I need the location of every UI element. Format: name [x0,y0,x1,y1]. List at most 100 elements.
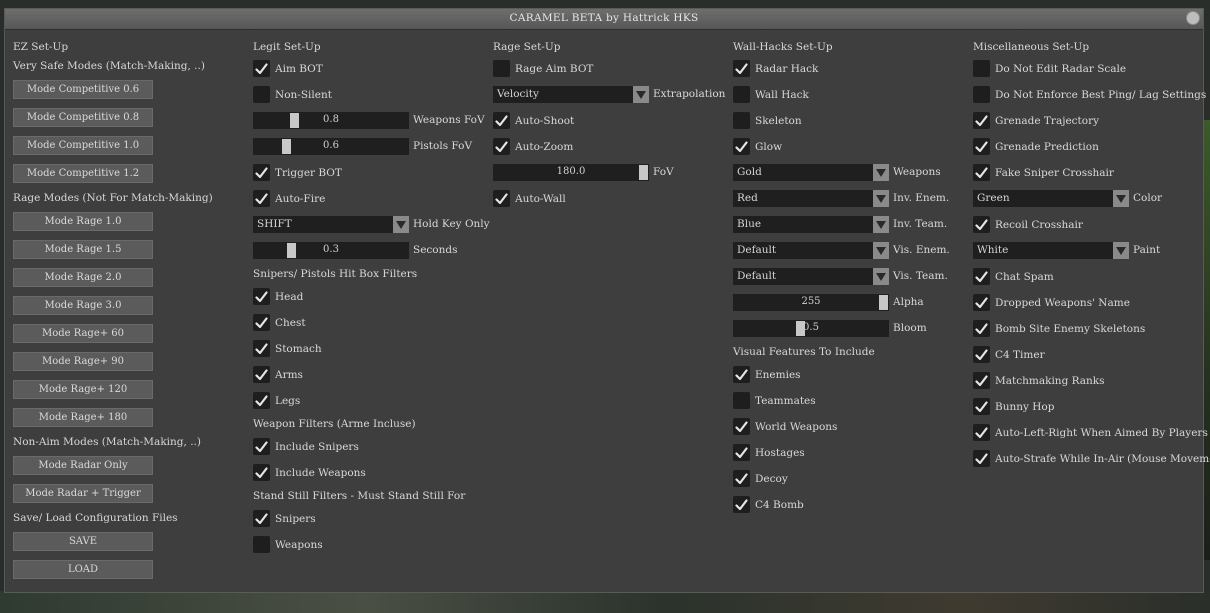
slider-handle[interactable] [879,295,888,310]
hitbox-legs-checkbox[interactable]: Legs [253,392,300,409]
checkbox-box[interactable] [733,496,750,513]
hitbox-stomach-checkbox[interactable]: Stomach [253,340,322,357]
visual-feature-checkbox[interactable]: Enemies [733,366,801,383]
skeleton-checkbox[interactable]: Skeleton [733,112,802,129]
mode-competitive-button[interactable]: Mode Competitive 1.0 [13,136,153,155]
checkbox-box[interactable] [973,398,990,415]
checkbox-box[interactable] [253,86,270,103]
chevron-down-icon[interactable] [873,164,889,181]
title-bar[interactable]: CARAMEL BETA by Hattrick HKS [5,9,1203,30]
mode-rage-button[interactable]: Mode Rage 1.5 [13,240,153,259]
auto-fire-checkbox[interactable]: Auto-Fire [253,190,325,207]
glow-checkbox[interactable]: Glow [733,138,782,155]
mode-rage-button[interactable]: Mode Rage+ 120 [13,380,153,399]
include-weapons-checkbox[interactable]: Include Weapons [253,464,366,481]
aimbot-checkbox[interactable]: Aim BOT [253,60,323,77]
radar-scale-checkbox[interactable]: Do Not Edit Radar Scale [973,60,1126,77]
checkbox-box[interactable] [973,112,990,129]
glow-color-dropdown[interactable]: Gold [733,164,889,181]
checkbox-box[interactable] [973,216,990,233]
misc-feature-checkbox[interactable]: Auto-Left-Right When Aimed By Players [973,424,1208,441]
fake-sniper-crosshair-checkbox[interactable]: Fake Sniper Crosshair [973,164,1114,181]
checkbox-box[interactable] [733,138,750,155]
checkbox-box[interactable] [973,346,990,363]
checkbox-box[interactable] [973,294,990,311]
checkbox-box[interactable] [733,392,750,409]
misc-feature-checkbox[interactable]: Dropped Weapons' Name [973,294,1130,311]
chevron-down-icon[interactable] [873,242,889,259]
include-snipers-checkbox[interactable]: Include Snipers [253,438,359,455]
glow-color-dropdown[interactable]: Default [733,268,889,285]
slider-handle[interactable] [639,165,648,180]
grenade-prediction-checkbox[interactable]: Grenade Prediction [973,138,1099,155]
misc-feature-checkbox[interactable]: Bomb Site Enemy Skeletons [973,320,1145,337]
visual-feature-checkbox[interactable]: Decoy [733,470,788,487]
grenade-trajectory-checkbox[interactable]: Grenade Trajectory [973,112,1099,129]
checkbox-box[interactable] [973,372,990,389]
load-button[interactable]: LOAD [13,560,153,579]
visual-feature-checkbox[interactable]: Hostages [733,444,805,461]
checkbox-box[interactable] [973,268,990,285]
chevron-down-icon[interactable] [1113,242,1129,259]
wall-hack-checkbox[interactable]: Wall Hack [733,86,809,103]
close-button[interactable] [1186,11,1200,25]
paint-dropdown[interactable]: White [973,242,1129,259]
radar-hack-checkbox[interactable]: Radar Hack [733,60,818,77]
checkbox-box[interactable] [253,366,270,383]
stand-still-snipers-checkbox[interactable]: Snipers [253,510,316,527]
mode-competitive-button[interactable]: Mode Competitive 1.2 [13,164,153,183]
checkbox-box[interactable] [253,536,270,553]
checkbox-box[interactable] [253,164,270,181]
checkbox-box[interactable] [253,190,270,207]
mode-competitive-button[interactable]: Mode Competitive 0.6 [13,80,153,99]
misc-feature-checkbox[interactable]: C4 Timer [973,346,1045,363]
checkbox-box[interactable] [493,190,510,207]
extrapolation-dropdown[interactable]: Velocity [493,86,649,103]
slider-handle[interactable] [796,321,805,336]
slider-handle[interactable] [290,113,299,128]
visual-feature-checkbox[interactable]: World Weapons [733,418,837,435]
mode-rage-button[interactable]: Mode Rage+ 90 [13,352,153,371]
hitbox-head-checkbox[interactable]: Head [253,288,303,305]
mode-radar-button[interactable]: Mode Radar Only [13,456,153,475]
trigger-bot-checkbox[interactable]: Trigger BOT [253,164,342,181]
checkbox-box[interactable] [973,320,990,337]
checkbox-box[interactable] [973,450,990,467]
checkbox-box[interactable] [253,392,270,409]
hold-key-dropdown[interactable]: SHIFT [253,216,409,233]
chevron-down-icon[interactable] [393,216,409,233]
checkbox-box[interactable] [733,444,750,461]
auto-shoot-checkbox[interactable]: Auto-Shoot [493,112,574,129]
hitbox-arms-checkbox[interactable]: Arms [253,366,303,383]
checkbox-box[interactable] [253,288,270,305]
misc-feature-checkbox[interactable]: Chat Spam [973,268,1054,285]
mode-rage-button[interactable]: Mode Rage+ 180 [13,408,153,427]
visual-feature-checkbox[interactable]: Teammates [733,392,816,409]
checkbox-box[interactable] [253,438,270,455]
checkbox-box[interactable] [253,314,270,331]
checkbox-box[interactable] [733,366,750,383]
checkbox-box[interactable] [733,60,750,77]
checkbox-box[interactable] [733,470,750,487]
hitbox-chest-checkbox[interactable]: Chest [253,314,306,331]
auto-wall-checkbox[interactable]: Auto-Wall [493,190,566,207]
misc-feature-checkbox[interactable]: Auto-Strafe While In-Air (Mouse Movement… [973,450,1210,467]
checkbox-box[interactable] [493,112,510,129]
chevron-down-icon[interactable] [633,86,649,103]
mode-competitive-button[interactable]: Mode Competitive 0.8 [13,108,153,127]
checkbox-box[interactable] [253,510,270,527]
alpha-slider[interactable]: 255 [733,294,889,311]
mode-rage-button[interactable]: Mode Rage 3.0 [13,296,153,315]
stand-still-weapons-checkbox[interactable]: Weapons [253,536,323,553]
seconds-slider[interactable]: 0.3 [253,242,409,259]
checkbox-box[interactable] [733,112,750,129]
checkbox-box[interactable] [733,418,750,435]
chevron-down-icon[interactable] [873,216,889,233]
checkbox-box[interactable] [253,60,270,77]
checkbox-box[interactable] [973,86,990,103]
auto-zoom-checkbox[interactable]: Auto-Zoom [493,138,573,155]
checkbox-box[interactable] [973,164,990,181]
slider-handle[interactable] [282,139,291,154]
chevron-down-icon[interactable] [1113,190,1129,207]
checkbox-box[interactable] [973,138,990,155]
